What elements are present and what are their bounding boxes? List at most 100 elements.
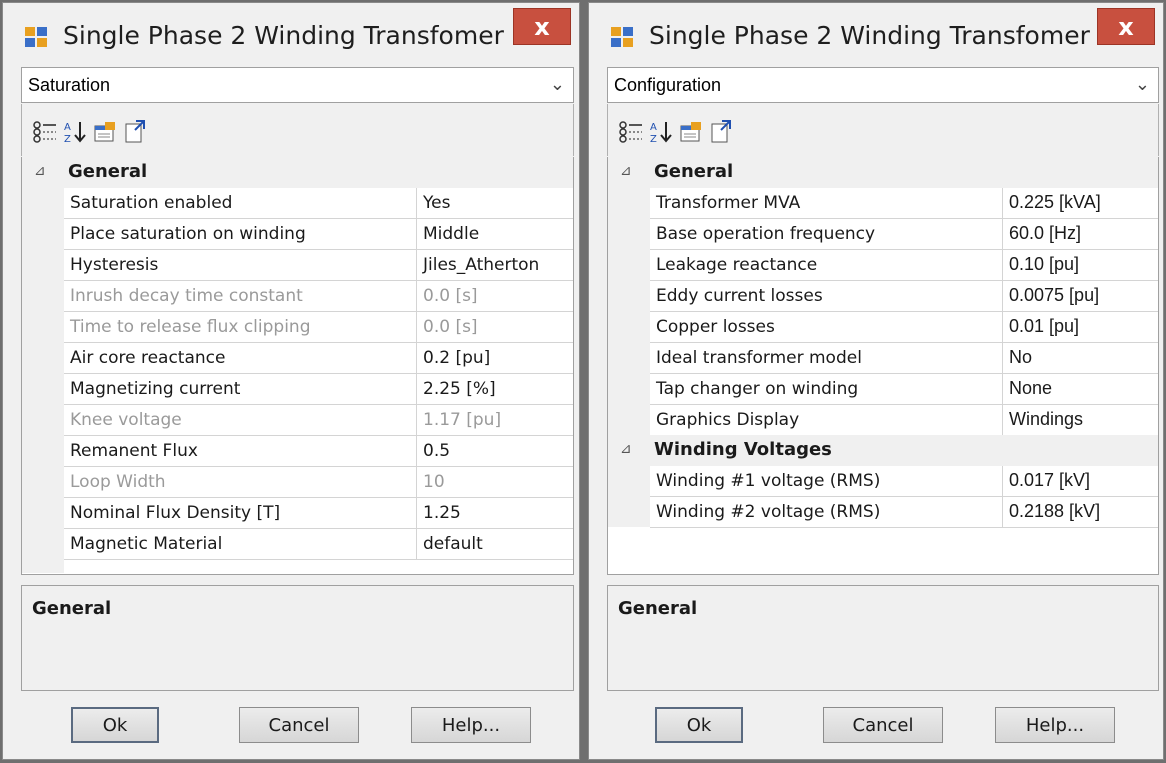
property-value[interactable]: No (1003, 343, 1158, 374)
category-label: Winding Voltages (654, 439, 832, 460)
property-grid-toolbar: A Z (607, 104, 1159, 156)
transformer-dialog-configuration: Single Phase 2 Winding Transfomer x Conf… (588, 2, 1164, 760)
property-row[interactable]: Saturation enabled Yes (22, 188, 573, 219)
export-page-icon[interactable] (708, 120, 734, 144)
property-name: Copper losses (650, 312, 1003, 343)
property-row[interactable]: Hysteresis Jiles_Atherton (22, 250, 573, 281)
property-value[interactable]: Windings (1003, 405, 1158, 436)
category-row-general[interactable]: ⊿ General (608, 157, 1158, 188)
property-row[interactable]: Air core reactance 0.2 [pu] (22, 343, 573, 374)
categorized-view-icon[interactable] (618, 120, 644, 144)
property-value[interactable]: 0.10 [pu] (1003, 250, 1158, 281)
property-value[interactable]: default (417, 529, 573, 560)
property-row[interactable]: Tap changer on winding None (608, 374, 1158, 405)
property-row[interactable]: Base operation frequency 60.0 [Hz] (608, 219, 1158, 250)
property-row[interactable]: Graphics Display Windings (608, 405, 1158, 436)
property-row[interactable]: Inrush decay time constant 0.0 [s] (22, 281, 573, 312)
dropdown-selected-value: Saturation (28, 75, 111, 95)
categorized-view-icon[interactable] (32, 120, 58, 144)
property-row[interactable]: Winding #2 voltage (RMS) 0.2188 [kV] (608, 497, 1158, 528)
help-button[interactable]: Help... (411, 707, 531, 743)
title-bar[interactable]: Single Phase 2 Winding Transfomer x (3, 3, 579, 69)
property-row[interactable]: Winding #1 voltage (RMS) 0.017 [kV] (608, 466, 1158, 497)
category-row-general[interactable]: ⊿ General (22, 157, 573, 188)
property-pages-icon[interactable] (92, 120, 118, 144)
property-row[interactable]: Magnetic Material default (22, 529, 573, 560)
property-value[interactable]: Yes (417, 188, 573, 219)
property-row[interactable]: Place saturation on winding Middle (22, 219, 573, 250)
property-grid: ⊿ General Saturation enabled Yes Place sat… (21, 157, 574, 575)
property-row[interactable]: Copper losses 0.01 [pu] (608, 312, 1158, 343)
property-grid: ⊿ General Transformer MVA 0.225 [kVA] Base… (607, 157, 1159, 575)
chevron-down-icon[interactable]: ⌄ (550, 74, 565, 95)
property-category-dropdown[interactable]: Configuration ⌄ (607, 67, 1159, 103)
property-value[interactable]: 1.25 (417, 498, 573, 529)
property-name: Transformer MVA (650, 188, 1003, 219)
property-value[interactable]: 0.0075 [pu] (1003, 281, 1158, 312)
category-row-winding-voltages[interactable]: ⊿ Winding Voltages (608, 435, 1158, 466)
description-panel: General (607, 585, 1159, 691)
transformer-app-icon (25, 27, 47, 47)
title-bar[interactable]: Single Phase 2 Winding Transfomer x (589, 3, 1163, 69)
property-row[interactable]: Loop Width 10 (22, 467, 573, 498)
property-name: Air core reactance (64, 343, 417, 374)
svg-text:Z: Z (650, 134, 657, 144)
cancel-button[interactable]: Cancel (239, 707, 359, 743)
property-value[interactable]: 0.01 [pu] (1003, 312, 1158, 343)
property-name: Time to release flux clipping (64, 312, 417, 343)
property-name: Winding #2 voltage (RMS) (650, 497, 1003, 528)
close-button[interactable]: x (513, 8, 571, 45)
sort-alphabetical-icon[interactable]: A Z (62, 120, 88, 144)
chevron-down-icon[interactable]: ⌄ (1135, 74, 1150, 95)
property-value[interactable]: 0.0 [s] (417, 281, 573, 312)
property-category-dropdown[interactable]: Saturation ⌄ (21, 67, 574, 103)
property-name: Eddy current losses (650, 281, 1003, 312)
property-name: Hysteresis (64, 250, 417, 281)
property-row[interactable]: Ideal transformer model No (608, 343, 1158, 374)
description-title: General (618, 598, 698, 619)
property-row[interactable]: Eddy current losses 0.0075 [pu] (608, 281, 1158, 312)
property-value[interactable]: Jiles_Atherton (417, 250, 573, 281)
property-value[interactable]: 10 (417, 467, 573, 498)
property-value[interactable]: 2.25 [%] (417, 374, 573, 405)
collapse-triangle-icon[interactable]: ⊿ (620, 441, 632, 457)
close-button[interactable]: x (1097, 8, 1155, 45)
property-name: Winding #1 voltage (RMS) (650, 466, 1003, 497)
property-name: Leakage reactance (650, 250, 1003, 281)
property-name: Remanent Flux (64, 436, 417, 467)
property-value[interactable]: 0.225 [kVA] (1003, 188, 1158, 219)
property-value[interactable]: 1.17 [pu] (417, 405, 573, 436)
property-row[interactable]: Knee voltage 1.17 [pu] (22, 405, 573, 436)
property-pages-icon[interactable] (678, 120, 704, 144)
export-page-icon[interactable] (122, 120, 148, 144)
property-value[interactable]: 60.0 [Hz] (1003, 219, 1158, 250)
property-row[interactable]: Transformer MVA 0.225 [kVA] (608, 188, 1158, 219)
sort-alphabetical-icon[interactable]: A Z (648, 120, 674, 144)
cancel-button[interactable]: Cancel (823, 707, 943, 743)
ok-button[interactable]: Ok (71, 707, 159, 743)
description-title: General (32, 598, 112, 619)
property-name: Knee voltage (64, 405, 417, 436)
property-row[interactable]: Magnetizing current 2.25 [%] (22, 374, 573, 405)
property-name: Saturation enabled (64, 188, 417, 219)
close-icon: x (1118, 12, 1134, 41)
property-row[interactable]: Remanent Flux 0.5 (22, 436, 573, 467)
transformer-app-icon (611, 27, 633, 47)
property-value[interactable]: 0.0 [s] (417, 312, 573, 343)
collapse-triangle-icon[interactable]: ⊿ (620, 163, 632, 179)
collapse-triangle-icon[interactable]: ⊿ (34, 163, 46, 179)
property-value[interactable]: None (1003, 374, 1158, 405)
property-value[interactable]: 0.2188 [kV] (1003, 497, 1158, 528)
svg-text:A: A (64, 122, 71, 133)
category-label: General (654, 161, 734, 182)
property-value[interactable]: 0.2 [pu] (417, 343, 573, 374)
property-value[interactable]: Middle (417, 219, 573, 250)
ok-button[interactable]: Ok (655, 707, 743, 743)
property-value[interactable]: 0.5 (417, 436, 573, 467)
property-row[interactable]: Leakage reactance 0.10 [pu] (608, 250, 1158, 281)
property-value[interactable]: 0.017 [kV] (1003, 466, 1158, 497)
help-button[interactable]: Help... (995, 707, 1115, 743)
property-row[interactable]: Time to release flux clipping 0.0 [s] (22, 312, 573, 343)
property-name: Ideal transformer model (650, 343, 1003, 374)
property-row[interactable]: Nominal Flux Density [T] 1.25 (22, 498, 573, 529)
